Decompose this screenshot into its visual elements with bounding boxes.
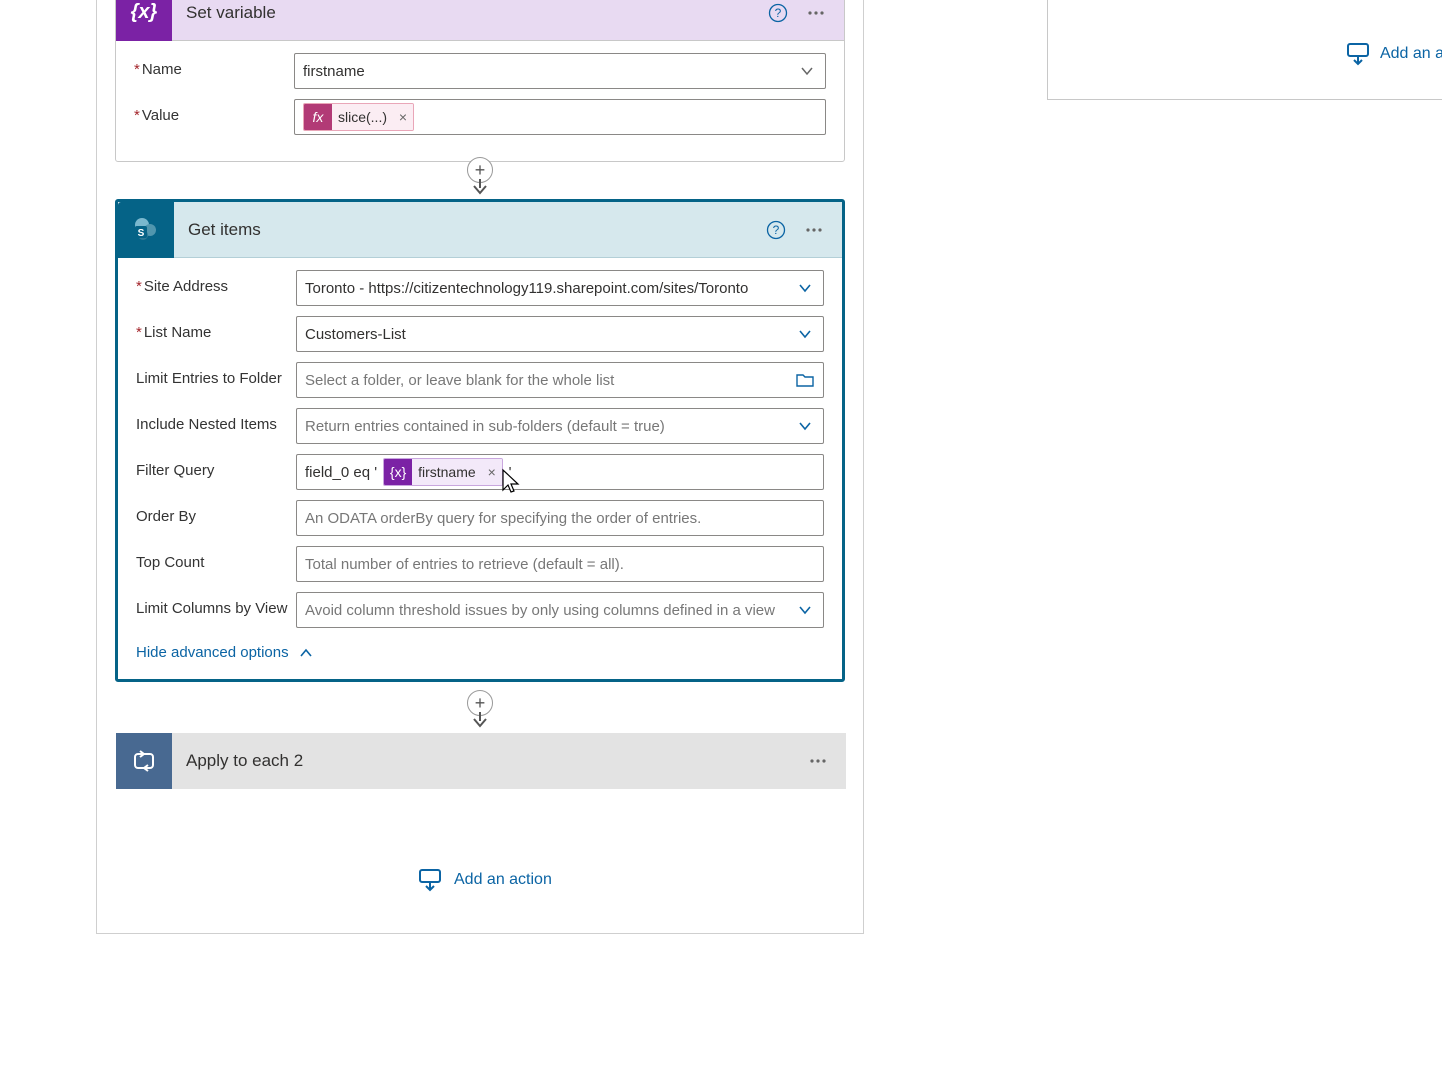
orderby-field[interactable]: An ODATA orderBy query for specifying th… bbox=[296, 500, 824, 536]
add-action-button[interactable]: Add an action bbox=[418, 868, 552, 892]
add-action-button-right[interactable]: Add an a bbox=[1346, 42, 1442, 66]
name-label: Name bbox=[134, 53, 294, 78]
svg-text:?: ? bbox=[775, 6, 782, 20]
set-variable-header[interactable]: {x} Set variable ? bbox=[116, 0, 844, 41]
get-items-header[interactable]: S Get items ? bbox=[118, 202, 842, 258]
site-field[interactable]: Toronto - https://citizentechnology119.s… bbox=[296, 270, 824, 306]
top-field[interactable]: Total number of entries to retrieve (def… bbox=[296, 546, 824, 582]
nested-placeholder: Return entries contained in sub-folders … bbox=[305, 418, 785, 435]
arrow-down-icon bbox=[471, 179, 489, 195]
variable-token[interactable]: {x} firstname × bbox=[383, 458, 503, 486]
site-value: Toronto - https://citizentechnology119.s… bbox=[305, 280, 785, 297]
arrow-down-icon bbox=[471, 712, 489, 728]
filter-suffix: ' bbox=[509, 464, 512, 481]
filter-prefix: field_0 eq ' bbox=[305, 464, 377, 481]
sharepoint-icon: S bbox=[118, 202, 174, 258]
right-panel: Add an a bbox=[1047, 0, 1442, 100]
set-variable-card: {x} Set variable ? Name firstname bbox=[115, 0, 845, 162]
name-value: firstname bbox=[303, 63, 787, 80]
filter-label: Filter Query bbox=[136, 454, 296, 479]
svg-text:S: S bbox=[138, 228, 145, 239]
orderby-placeholder: An ODATA orderBy query for specifying th… bbox=[305, 510, 815, 527]
list-label: List Name bbox=[136, 316, 296, 341]
add-action-icon bbox=[1346, 42, 1370, 66]
loop-icon bbox=[116, 733, 172, 789]
more-icon[interactable] bbox=[802, 745, 834, 777]
folder-label: Limit Entries to Folder bbox=[136, 362, 296, 387]
name-field[interactable]: firstname bbox=[294, 53, 826, 89]
nested-label: Include Nested Items bbox=[136, 408, 296, 433]
more-icon[interactable] bbox=[798, 214, 830, 246]
chevron-up-icon bbox=[299, 646, 313, 660]
hide-advanced-text: Hide advanced options bbox=[136, 644, 289, 661]
top-label: Top Count bbox=[136, 546, 296, 571]
connector-2: + bbox=[115, 690, 845, 728]
chevron-down-icon[interactable] bbox=[793, 57, 821, 85]
limitcols-label: Limit Columns by View bbox=[136, 592, 296, 617]
close-icon[interactable]: × bbox=[393, 104, 413, 130]
list-value: Customers-List bbox=[305, 326, 785, 343]
chevron-down-icon[interactable] bbox=[791, 320, 819, 348]
chevron-down-icon[interactable] bbox=[791, 596, 819, 624]
add-action-text: Add an action bbox=[454, 871, 552, 889]
value-field[interactable]: fx slice(...) × bbox=[294, 99, 826, 135]
folder-placeholder: Select a folder, or leave blank for the … bbox=[305, 372, 785, 389]
connector-1: + bbox=[115, 157, 845, 195]
nested-field[interactable]: Return entries contained in sub-folders … bbox=[296, 408, 824, 444]
variable-token-text: firstname bbox=[412, 459, 482, 485]
get-items-card: S Get items ? Site Address Toronto - htt… bbox=[115, 199, 845, 682]
fx-icon: fx bbox=[304, 104, 332, 130]
apply-to-each-header[interactable]: Apply to each 2 bbox=[116, 733, 846, 789]
value-label: Value bbox=[134, 99, 294, 124]
set-variable-title: Set variable bbox=[172, 3, 756, 23]
apply-to-each-title: Apply to each 2 bbox=[172, 751, 796, 771]
add-action-text-short: Add an a bbox=[1380, 45, 1442, 63]
more-icon[interactable] bbox=[800, 0, 832, 29]
help-icon[interactable]: ? bbox=[762, 0, 794, 29]
list-field[interactable]: Customers-List bbox=[296, 316, 824, 352]
help-icon[interactable]: ? bbox=[760, 214, 792, 246]
variable-icon: {x} bbox=[384, 459, 412, 485]
get-items-title: Get items bbox=[174, 220, 754, 240]
expression-token[interactable]: fx slice(...) × bbox=[303, 103, 414, 131]
site-label: Site Address bbox=[136, 270, 296, 295]
folder-field[interactable]: Select a folder, or leave blank for the … bbox=[296, 362, 824, 398]
svg-text:?: ? bbox=[773, 223, 780, 237]
add-action-icon bbox=[418, 868, 442, 892]
expression-token-text: slice(...) bbox=[332, 104, 393, 130]
filter-field[interactable]: field_0 eq ' {x} firstname × ' bbox=[296, 454, 824, 490]
hide-advanced-link[interactable]: Hide advanced options bbox=[136, 638, 313, 663]
orderby-label: Order By bbox=[136, 500, 296, 525]
close-icon[interactable]: × bbox=[482, 459, 502, 485]
top-placeholder: Total number of entries to retrieve (def… bbox=[305, 556, 815, 573]
chevron-down-icon[interactable] bbox=[791, 274, 819, 302]
limitcols-field[interactable]: Avoid column threshold issues by only us… bbox=[296, 592, 824, 628]
apply-to-each-card: Apply to each 2 bbox=[116, 733, 846, 789]
folder-icon[interactable] bbox=[791, 366, 819, 394]
chevron-down-icon[interactable] bbox=[791, 412, 819, 440]
limitcols-placeholder: Avoid column threshold issues by only us… bbox=[305, 602, 785, 619]
set-variable-icon: {x} bbox=[116, 0, 172, 41]
